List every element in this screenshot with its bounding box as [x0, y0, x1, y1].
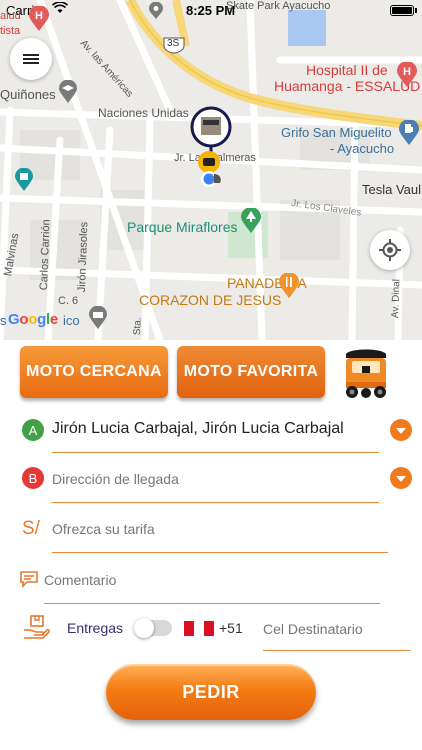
hamburger-icon — [23, 52, 39, 66]
destination-marker: B — [22, 467, 44, 489]
map-pin-icon — [148, 1, 164, 23]
map-label-skate-park: Skate Park Ayacucho — [226, 0, 331, 12]
map-label-bottom-left: s — [0, 313, 7, 328]
svg-text:H: H — [35, 10, 43, 22]
entregas-toggle[interactable] — [134, 618, 172, 638]
origin-dropdown-icon[interactable] — [390, 419, 412, 441]
map-label-naciones-unidas: Naciones Unidas — [98, 106, 189, 120]
menu-button[interactable] — [10, 38, 52, 80]
moto-cercana-button[interactable]: MOTO CERCANA — [20, 346, 168, 398]
map-label-bottom-mid: ico — [63, 313, 80, 328]
pedir-button[interactable]: PEDIR — [106, 664, 316, 720]
country-code[interactable]: +51 — [219, 620, 243, 636]
gas-station-icon — [398, 119, 420, 149]
peru-flag-icon[interactable] — [184, 621, 214, 636]
origin-marker: A — [22, 419, 44, 441]
destination-dropdown-icon[interactable] — [390, 467, 412, 489]
currency-label: S/ — [22, 518, 40, 539]
moto-favorita-button[interactable]: MOTO FAVORITA — [177, 346, 325, 398]
map-label-carrion: Carlos Carrión — [38, 219, 53, 291]
hospital-pin-icon-2: H — [396, 61, 418, 91]
destination-input[interactable]: Dirección de llegada — [52, 471, 179, 487]
map-label-jirasoles: Jirón Jirasoles — [76, 221, 91, 293]
hospital-pin-icon: H — [28, 5, 50, 35]
museum-pin-icon — [88, 305, 108, 333]
castle-pin-icon — [14, 167, 34, 195]
map-label-c6: C. 6 — [58, 295, 79, 307]
status-bar: Carrier 8:25 PM — [0, 0, 422, 22]
map-view[interactable]: Carrier 8:25 PM alud tista H Skate Park … — [0, 0, 422, 340]
map-label-panaderia-2: CORAZON DE JESUS — [139, 292, 282, 308]
wifi-icon — [51, 1, 69, 17]
map-label-top-left-1: alud — [0, 10, 21, 22]
map-label-tesla: Tesla Vaul — [362, 182, 422, 197]
vehicle-selector: MOTO CERCANA MOTO FAVORITA — [20, 346, 420, 401]
origin-input[interactable]: Jirón Lucia Carbajal, Jirón Lucia Carbaj… — [52, 420, 344, 438]
current-location-icon — [200, 170, 224, 193]
recipient-phone-input[interactable]: Cel Destinatario — [263, 621, 363, 637]
entregas-label: Entregas — [67, 620, 124, 636]
google-logo: Google — [8, 311, 58, 328]
my-location-button[interactable] — [370, 230, 410, 270]
crosshair-icon — [379, 239, 401, 261]
route-number: 3S — [167, 38, 180, 49]
mototaxi-icon — [346, 349, 386, 398]
park-pin-icon — [240, 207, 262, 237]
map-label-quinones: Quiñones — [0, 87, 56, 102]
map-label-sta: Sta. — [132, 317, 144, 336]
map-label-grifo-2: - Ayacucho — [330, 141, 395, 156]
comment-input[interactable]: Comentario — [44, 572, 116, 588]
comment-icon — [20, 571, 38, 588]
svg-text:H: H — [403, 66, 411, 78]
map-label-top-left-2: tista — [0, 25, 21, 37]
restaurant-pin-icon — [278, 272, 300, 302]
map-label-hospital-1: Hospital II de — [306, 62, 388, 78]
fare-input[interactable]: Ofrezca su tarifa — [52, 521, 155, 537]
school-pin-icon — [58, 79, 78, 107]
map-label-parque: Parque Miraflores — [127, 219, 238, 235]
map-label-grifo-1: Grifo San Miguelito — [281, 125, 392, 140]
delivery-hand-icon — [24, 615, 50, 639]
battery-icon — [390, 5, 414, 16]
map-label-av-dinal: Av. Dinal — [390, 278, 403, 319]
